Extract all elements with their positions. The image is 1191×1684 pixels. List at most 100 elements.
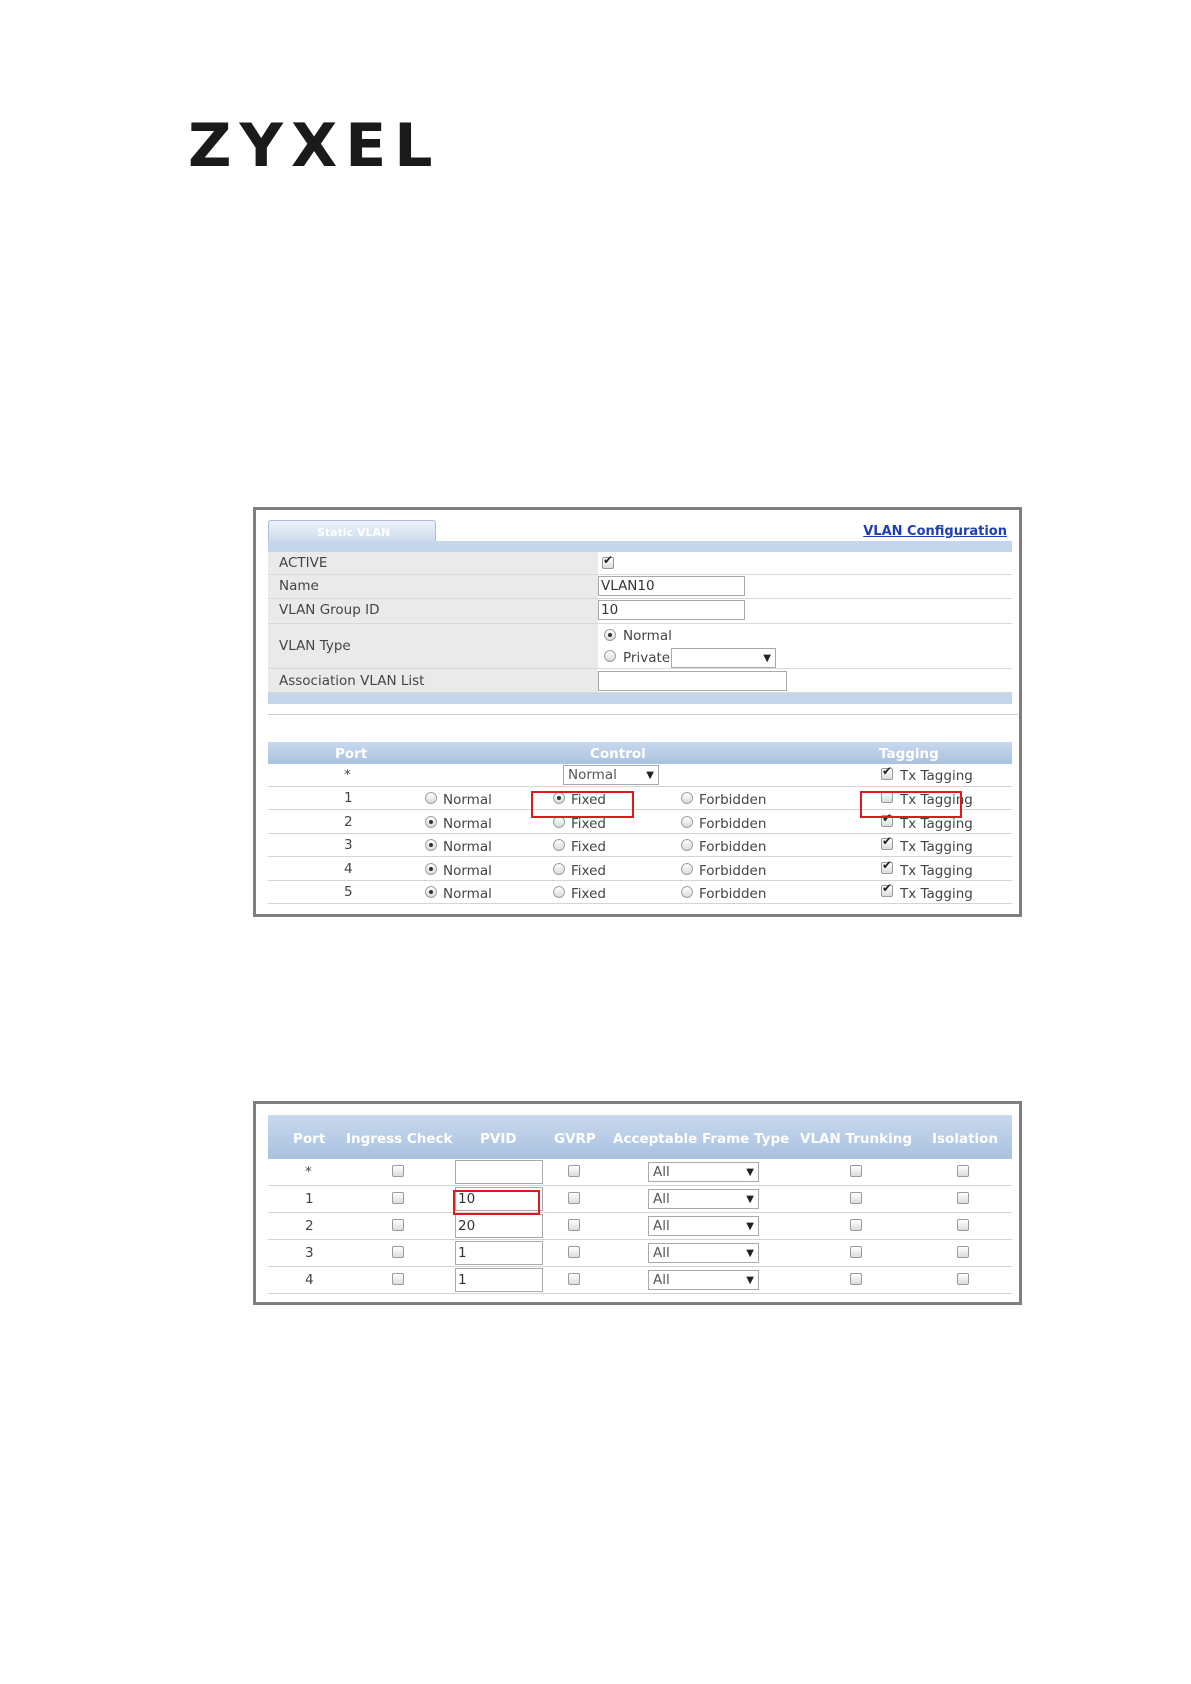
static-vlan-screenshot: Static VLAN VLAN Configuration ACTIVE ✔ … bbox=[253, 507, 1022, 917]
isolation-checkbox[interactable] bbox=[957, 1165, 969, 1177]
type-private-radio[interactable] bbox=[604, 650, 616, 662]
ports-row-all: * Normal ▼ ✔ Tx Tagging bbox=[268, 764, 1012, 787]
active-row: ACTIVE ✔ bbox=[268, 552, 1012, 575]
gvrp-checkbox[interactable] bbox=[568, 1165, 580, 1177]
pvid-input[interactable]: 1 bbox=[455, 1241, 543, 1265]
gvrp-checkbox[interactable] bbox=[568, 1246, 580, 1258]
control-fixed-radio[interactable] bbox=[553, 862, 565, 875]
ps-port-cell: 3 bbox=[305, 1245, 314, 1261]
tx-tagging-checkbox[interactable]: ✔ bbox=[881, 882, 893, 897]
control-forbidden-radio[interactable] bbox=[681, 839, 693, 851]
frame-type-select[interactable]: All ▼ bbox=[648, 1189, 759, 1209]
control-normal-radio[interactable] bbox=[425, 839, 437, 851]
frame-type-select[interactable]: All ▼ bbox=[648, 1270, 759, 1290]
control-forbidden-radio[interactable] bbox=[681, 792, 693, 804]
isolation-checkbox[interactable] bbox=[957, 1246, 969, 1258]
vlan-configuration-link[interactable]: VLAN Configuration bbox=[863, 524, 1007, 539]
isolation-checkbox[interactable] bbox=[957, 1192, 969, 1204]
vlan-trunking-checkbox[interactable] bbox=[850, 1273, 862, 1285]
control-forbidden-radio[interactable] bbox=[681, 815, 693, 828]
control-normal-radio[interactable] bbox=[425, 792, 437, 804]
ingress-check-checkbox[interactable] bbox=[392, 1192, 404, 1204]
isolation-checkbox[interactable] bbox=[957, 1273, 969, 1285]
form-bottom-bar bbox=[268, 693, 1012, 704]
name-label: Name bbox=[279, 578, 319, 594]
port-settings-row: 4 1 All ▼ bbox=[268, 1267, 1012, 1294]
control-normal-label: Normal bbox=[443, 815, 492, 832]
all-control-select[interactable]: Normal ▼ bbox=[563, 765, 659, 785]
control-fixed-radio[interactable] bbox=[553, 886, 565, 898]
ports-row: 3 Normal Fixed Forbidden ✔ Tx Tagging bbox=[268, 834, 1012, 857]
port-settings-row: 1 10 All ▼ bbox=[268, 1186, 1012, 1213]
ingress-check-checkbox[interactable] bbox=[392, 1165, 404, 1177]
control-normal-label: Normal bbox=[443, 862, 492, 879]
control-fixed-label: Fixed bbox=[571, 862, 606, 879]
frame-type-select[interactable]: All ▼ bbox=[648, 1243, 759, 1263]
tab-static-vlan-label: Static VLAN bbox=[317, 526, 391, 539]
vlan-type-label: VLAN Type bbox=[279, 638, 351, 654]
control-fixed-label: Fixed bbox=[571, 886, 606, 902]
pvid-input[interactable] bbox=[455, 1160, 543, 1184]
association-input[interactable] bbox=[598, 671, 787, 691]
control-normal-radio[interactable] bbox=[425, 886, 437, 898]
type-normal-label: Normal bbox=[623, 628, 672, 644]
isolation-checkbox[interactable] bbox=[957, 1219, 969, 1231]
ps-port-cell: * bbox=[305, 1164, 312, 1180]
ingress-check-checkbox[interactable] bbox=[392, 1246, 404, 1258]
tx-tagging-label: Tx Tagging bbox=[900, 886, 973, 902]
group-id-input[interactable]: 10 bbox=[598, 600, 745, 620]
control-normal-radio[interactable] bbox=[425, 815, 437, 828]
frame-type-value: All bbox=[653, 1272, 670, 1288]
col-tagging-header: Tagging bbox=[879, 746, 939, 762]
frame-type-value: All bbox=[653, 1245, 670, 1261]
port-cell: 2 bbox=[344, 813, 353, 830]
control-fixed-radio[interactable] bbox=[553, 839, 565, 851]
gvrp-checkbox[interactable] bbox=[568, 1219, 580, 1231]
control-normal-radio[interactable] bbox=[425, 862, 437, 875]
fixed-highlight-box bbox=[531, 791, 634, 818]
ps-col-trunking: VLAN Trunking bbox=[800, 1131, 912, 1147]
zyxel-logo: ZYXEL bbox=[188, 111, 441, 181]
control-forbidden-label: Forbidden bbox=[699, 792, 767, 808]
active-checkbox[interactable]: ✔ bbox=[602, 554, 614, 569]
ps-port-cell: 1 bbox=[305, 1191, 314, 1207]
control-forbidden-label: Forbidden bbox=[699, 815, 767, 832]
gvrp-checkbox[interactable] bbox=[568, 1192, 580, 1204]
vlan-trunking-checkbox[interactable] bbox=[850, 1192, 862, 1204]
control-forbidden-radio[interactable] bbox=[681, 886, 693, 898]
pvid-input[interactable]: 20 bbox=[455, 1214, 543, 1238]
pvid-input[interactable]: 1 bbox=[455, 1268, 543, 1292]
tx-tagging-label: Tx Tagging bbox=[900, 815, 973, 832]
vlan-trunking-checkbox[interactable] bbox=[850, 1165, 862, 1177]
port-settings-row: 3 1 All ▼ bbox=[268, 1240, 1012, 1267]
group-id-label: VLAN Group ID bbox=[279, 602, 380, 618]
ps-port-cell: 4 bbox=[305, 1272, 314, 1288]
private-vlan-select[interactable]: ▼ bbox=[671, 648, 776, 668]
name-input[interactable]: VLAN10 bbox=[598, 576, 745, 596]
ports-row: 4 Normal Fixed Forbidden ✔ Tx Tagging bbox=[268, 857, 1012, 881]
col-port-header: Port bbox=[335, 746, 368, 762]
all-tx-tagging-label: Tx Tagging bbox=[900, 768, 973, 784]
ingress-check-checkbox[interactable] bbox=[392, 1273, 404, 1285]
port-settings-row: 2 20 All ▼ bbox=[268, 1213, 1012, 1240]
type-normal-radio[interactable] bbox=[604, 629, 616, 641]
vlan-trunking-checkbox[interactable] bbox=[850, 1219, 862, 1231]
port-settings-row: * All ▼ bbox=[268, 1159, 1012, 1186]
ingress-check-checkbox[interactable] bbox=[392, 1219, 404, 1231]
name-row: Name VLAN10 bbox=[268, 575, 1012, 599]
tx-tagging-checkbox[interactable]: ✔ bbox=[881, 835, 893, 850]
tx-tagging-checkbox[interactable]: ✔ bbox=[881, 859, 893, 874]
port-cell: * bbox=[344, 767, 351, 783]
frame-type-select[interactable]: All ▼ bbox=[648, 1162, 759, 1182]
col-control-header: Control bbox=[590, 746, 646, 762]
ps-col-port: Port bbox=[293, 1131, 326, 1147]
control-forbidden-label: Forbidden bbox=[699, 862, 767, 879]
all-tx-tagging-checkbox[interactable]: ✔ bbox=[881, 765, 893, 780]
frame-type-select[interactable]: All ▼ bbox=[648, 1216, 759, 1236]
vlan-trunking-checkbox[interactable] bbox=[850, 1246, 862, 1258]
port-cell: 3 bbox=[344, 837, 353, 853]
gvrp-checkbox[interactable] bbox=[568, 1273, 580, 1285]
all-control-select-value: Normal bbox=[568, 767, 617, 783]
control-forbidden-radio[interactable] bbox=[681, 862, 693, 875]
tab-static-vlan[interactable]: Static VLAN bbox=[268, 520, 436, 543]
